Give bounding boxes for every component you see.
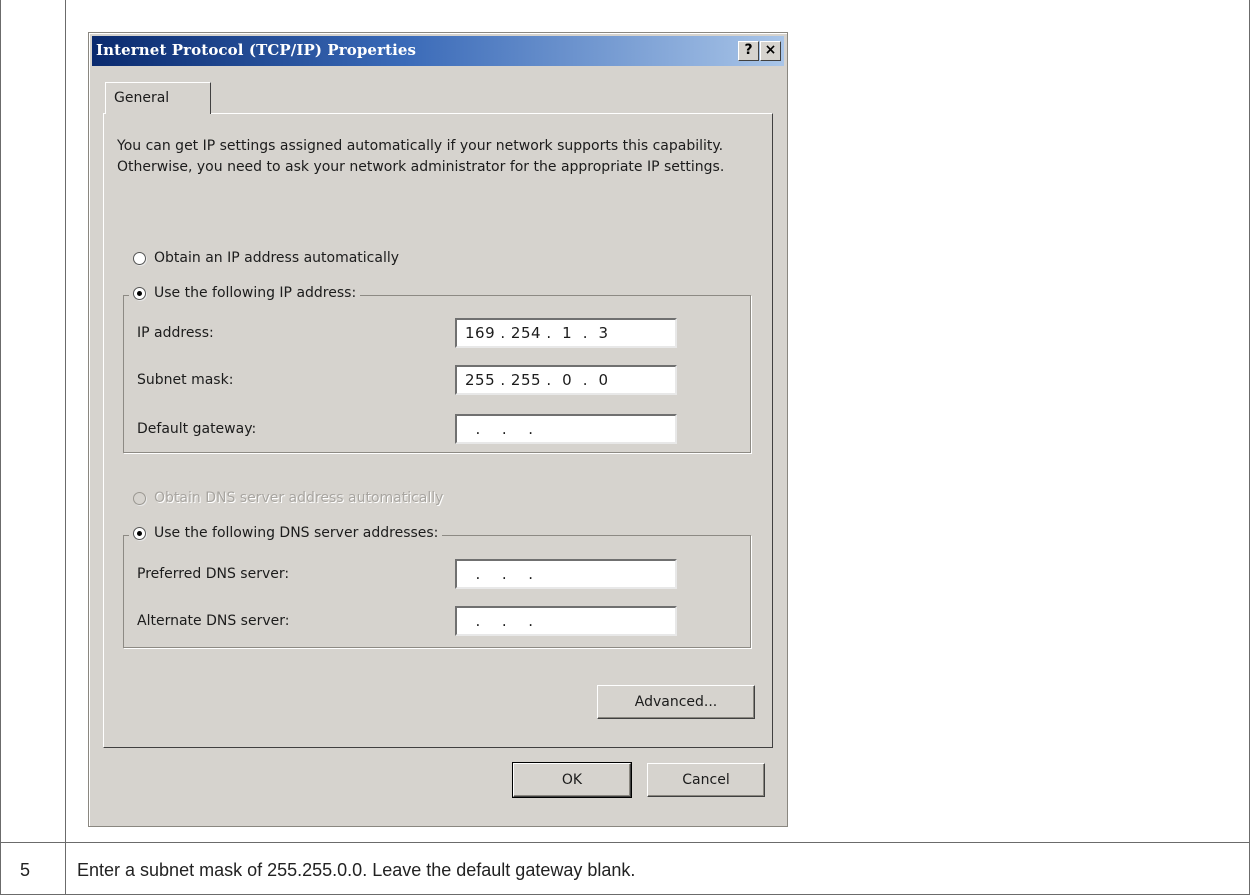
obtain-dns-auto-label: Obtain DNS server address automatically bbox=[154, 490, 444, 506]
table-row-divider bbox=[0, 842, 1250, 843]
obtain-ip-auto-option[interactable]: Obtain an IP address automatically bbox=[133, 250, 399, 266]
obtain-dns-auto-option[interactable]: Obtain DNS server address automatically bbox=[133, 490, 443, 506]
step-number: 5 bbox=[20, 860, 31, 880]
dialog-title: Internet Protocol (TCP/IP) Properties bbox=[96, 41, 417, 59]
obtain-ip-auto-radio[interactable] bbox=[133, 251, 146, 265]
alternate-dns-label: Alternate DNS server: bbox=[137, 613, 290, 629]
obtain-ip-auto-label: Obtain an IP address automatically bbox=[154, 250, 400, 266]
advanced-button[interactable]: Advanced... bbox=[597, 685, 755, 719]
alternate-dns-field[interactable]: . . . bbox=[455, 606, 677, 636]
ip-address-field[interactable]: 169 . 254 . 1 . 3 bbox=[455, 318, 677, 348]
close-button[interactable]: × bbox=[760, 41, 781, 61]
tab-general[interactable]: General bbox=[105, 82, 211, 114]
ok-button[interactable]: OK bbox=[512, 762, 632, 798]
use-static-ip-label: Use the following IP address: bbox=[154, 285, 357, 301]
preferred-dns-label: Preferred DNS server: bbox=[137, 566, 290, 582]
subnet-mask-field[interactable]: 255 . 255 . 0 . 0 bbox=[455, 365, 677, 395]
use-static-ip-radio[interactable] bbox=[133, 286, 146, 300]
intro-text: You can get IP settings assigned automat… bbox=[117, 138, 725, 175]
title-bar[interactable]: Internet Protocol (TCP/IP) Properties ? … bbox=[92, 36, 784, 66]
use-static-dns-option[interactable]: Use the following DNS server addresses: bbox=[129, 525, 443, 541]
use-static-dns-label: Use the following DNS server addresses: bbox=[154, 525, 439, 541]
default-gateway-label: Default gateway: bbox=[137, 421, 257, 437]
preferred-dns-field[interactable]: . . . bbox=[455, 559, 677, 589]
use-static-ip-option[interactable]: Use the following IP address: bbox=[129, 285, 361, 301]
use-static-dns-radio[interactable] bbox=[133, 526, 146, 540]
step-instruction: Enter a subnet mask of 255.255.0.0. Leav… bbox=[77, 860, 636, 880]
cancel-button[interactable]: Cancel bbox=[647, 763, 765, 797]
tcpip-properties-dialog: Internet Protocol (TCP/IP) Properties ? … bbox=[88, 32, 788, 827]
subnet-mask-label: Subnet mask: bbox=[137, 372, 234, 388]
obtain-dns-auto-radio[interactable] bbox=[133, 491, 146, 505]
help-button[interactable]: ? bbox=[738, 41, 759, 61]
ip-address-label: IP address: bbox=[137, 325, 214, 341]
table-column-divider bbox=[65, 0, 66, 895]
default-gateway-field[interactable]: . . . bbox=[455, 414, 677, 444]
